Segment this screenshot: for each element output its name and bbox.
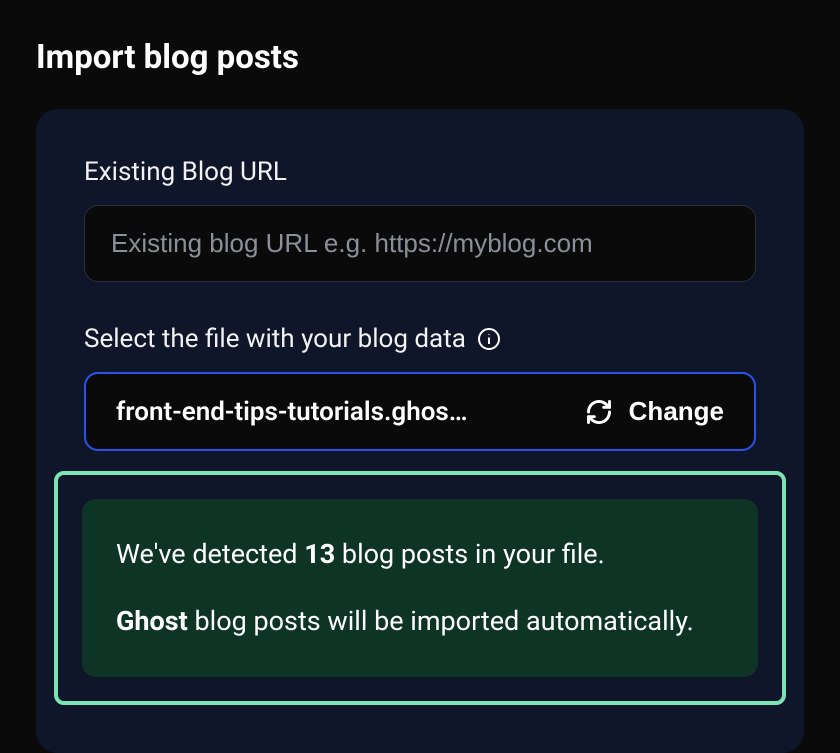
change-label: Change bbox=[629, 396, 724, 427]
import-card: Existing Blog URL Select the file with y… bbox=[36, 109, 804, 753]
detection-highlight: We've detected 13 blog posts in your fil… bbox=[54, 471, 786, 705]
file-label: Select the file with your blog data bbox=[84, 324, 756, 354]
refresh-icon bbox=[585, 398, 613, 426]
file-label-text: Select the file with your blog data bbox=[84, 324, 466, 354]
detection-box: We've detected 13 blog posts in your fil… bbox=[82, 499, 758, 677]
detection-pre: We've detected bbox=[116, 538, 304, 570]
detection-platform: Ghost bbox=[116, 605, 188, 637]
selected-file-name: front-end-tips-tutorials.ghos… bbox=[116, 397, 565, 427]
page-title: Import blog posts bbox=[0, 0, 840, 109]
detection-post: blog posts in your file. bbox=[335, 538, 605, 570]
blog-url-input[interactable] bbox=[84, 205, 756, 282]
selected-file-row: front-end-tips-tutorials.ghos… Change bbox=[84, 372, 756, 451]
url-label: Existing Blog URL bbox=[84, 157, 756, 187]
info-icon[interactable] bbox=[476, 326, 502, 352]
detection-platform-line: Ghost blog posts will be imported automa… bbox=[116, 602, 724, 641]
detection-count-line: We've detected 13 blog posts in your fil… bbox=[116, 535, 724, 574]
change-file-button[interactable]: Change bbox=[585, 396, 724, 427]
detection-count: 13 bbox=[304, 538, 335, 570]
detection-platform-post: blog posts will be imported automaticall… bbox=[188, 605, 694, 637]
